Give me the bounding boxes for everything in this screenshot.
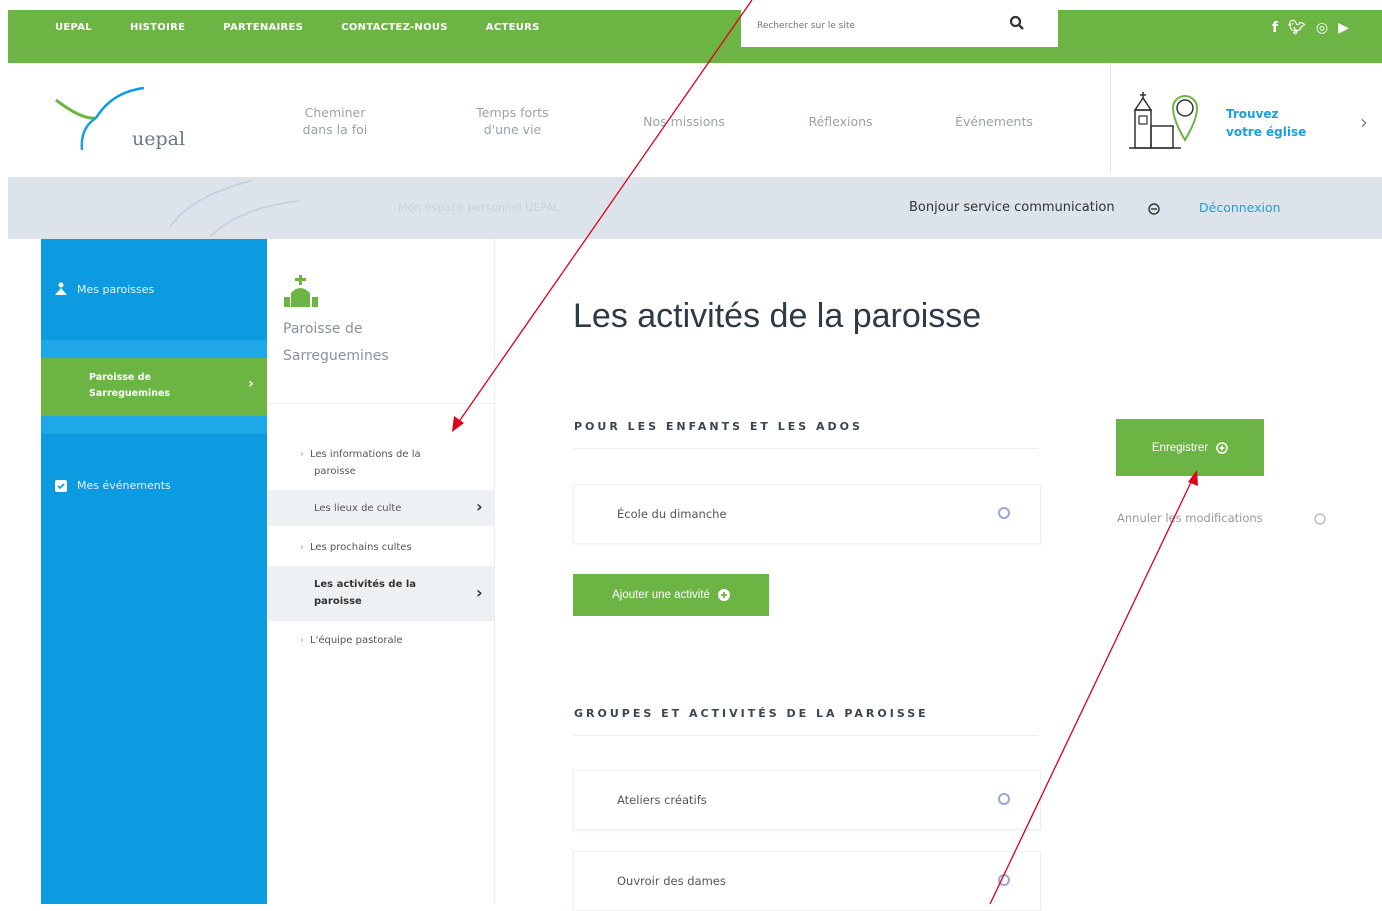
circle-icon[interactable] — [998, 793, 1010, 805]
add-activity-label: Ajouter une activité — [612, 589, 710, 601]
cancel-link[interactable]: Annuler les modifications — [1117, 511, 1263, 525]
subnav-label: paroisse — [314, 466, 356, 477]
nav-evenements[interactable]: Événements — [935, 113, 1053, 130]
activity-label: Ateliers créatifs — [617, 793, 707, 807]
parish-title-line: Paroisse de — [283, 321, 363, 337]
user-icon[interactable] — [1148, 203, 1160, 215]
top-bar — [8, 10, 1382, 63]
chevron-right-icon[interactable]: › — [476, 497, 483, 516]
add-activity-button[interactable]: Ajouter une activité — [573, 574, 769, 616]
subnav-label: Les activités de la paroisse — [314, 576, 416, 610]
cancel-circle-icon[interactable] — [1314, 513, 1326, 525]
nav-reflexions[interactable]: Réflexions — [788, 113, 893, 130]
chevron-right-icon[interactable]: › — [248, 376, 254, 392]
subnav-item-informations[interactable]: › Les informations de la paroisse — [300, 446, 421, 480]
parish-title-line: Sarreguemines — [283, 348, 389, 364]
header-divider — [1110, 63, 1111, 173]
nav-label: dans la foi — [302, 122, 368, 137]
youtube-icon[interactable]: ▶ — [1338, 20, 1349, 36]
activity-label: Ouvroir des dames — [617, 874, 726, 888]
top-nav-acteurs[interactable]: ACTEURS — [486, 22, 540, 33]
subnav-label: L'équipe pastorale — [310, 635, 403, 646]
logo-text[interactable]: uepal — [132, 128, 185, 150]
personal-space-label: Mon espace personnel UEPAL — [398, 201, 560, 214]
subnav-item-equipe[interactable]: › L'équipe pastorale — [300, 632, 403, 649]
find-church-link[interactable]: Trouvez votre église — [1226, 105, 1306, 141]
nav-label: d'une vie — [483, 122, 542, 137]
sidebar — [41, 239, 267, 904]
sidebar-band — [41, 416, 267, 434]
subnav-label-line: Les activités de la — [314, 579, 417, 590]
logo-watermark-icon — [169, 180, 301, 238]
active-paroisse-label: Paroisse de Sarreguemines — [89, 370, 170, 402]
twitter-icon[interactable]: 🐦︎ — [1288, 20, 1306, 36]
subnav-label: Les prochains cultes — [310, 542, 412, 553]
nav-label: Réflexions — [808, 114, 873, 129]
nav-label: Cheminer — [304, 105, 366, 120]
plus-circle-icon — [1216, 441, 1228, 454]
facebook-icon[interactable]: f — [1272, 20, 1278, 36]
active-paroisse-line: Sarreguemines — [89, 388, 171, 399]
parish-title: Paroisse de Sarreguemines — [283, 316, 389, 370]
subnav-item-prochains-cultes[interactable]: › Les prochains cultes — [300, 539, 412, 556]
find-church-label: votre église — [1226, 125, 1307, 139]
top-nav-uepal[interactable]: UEPAL — [55, 22, 92, 33]
top-nav-partenaires[interactable]: PARTENAIRES — [223, 22, 303, 33]
social-links: f 🐦︎ ◎ ▶ — [1272, 20, 1349, 36]
sidebar-band — [41, 340, 267, 358]
page-title: Les activités de la paroisse — [573, 297, 982, 335]
nav-temps-forts[interactable]: Temps forts d'une vie — [460, 104, 565, 138]
nav-label: Événements — [955, 114, 1033, 129]
section-title-enfants: POUR LES ENFANTS ET LES ADOS — [574, 420, 863, 433]
subnav-label: Les informations de la — [310, 449, 421, 460]
top-nav-histoire[interactable]: HISTOIRE — [130, 22, 185, 33]
activity-label: École du dimanche — [617, 507, 727, 521]
subnav-label-line: paroisse — [314, 596, 362, 607]
instagram-icon[interactable]: ◎ — [1316, 20, 1328, 36]
plus-circle-icon — [717, 589, 730, 601]
logout-link[interactable]: Déconnexion — [1199, 200, 1281, 215]
sidebar-item-paroisses[interactable]: Mes paroisses — [77, 283, 154, 296]
divider — [573, 448, 1038, 449]
parishes-icon — [55, 282, 67, 295]
section-title-groupes: GROUPES ET ACTIVITÉS DE LA PAROISSE — [574, 707, 929, 720]
find-church-label: Trouvez — [1226, 107, 1279, 121]
calendar-check-icon — [55, 480, 67, 492]
parish-church-icon — [284, 275, 318, 307]
search-icon[interactable] — [1009, 15, 1025, 31]
nav-label: Temps forts — [476, 105, 549, 120]
divider — [573, 735, 1038, 736]
save-button[interactable]: Enregistrer — [1116, 419, 1264, 476]
top-nav: UEPAL HISTOIRE PARTENAIRES CONTACTEZ-NOU… — [55, 22, 540, 33]
nav-missions[interactable]: Nos missions — [625, 113, 743, 130]
user-greeting: Bonjour service communication — [909, 200, 1115, 215]
sidebar-item-evenements[interactable]: Mes événements — [77, 479, 171, 492]
church-locator-icon[interactable] — [1125, 88, 1205, 154]
search-input[interactable] — [755, 14, 989, 38]
chevron-right-icon[interactable]: › — [476, 583, 483, 602]
chevron-right-icon[interactable]: › — [1360, 110, 1368, 134]
top-nav-contact[interactable]: CONTACTEZ-NOUS — [341, 22, 448, 33]
divider — [267, 403, 494, 404]
subnav-label: Les lieux de culte — [314, 503, 402, 514]
active-paroisse-line: Paroisse de — [89, 372, 151, 383]
save-label: Enregistrer — [1151, 441, 1209, 454]
nav-cheminer[interactable]: Cheminer dans la foi — [290, 104, 380, 138]
circle-icon[interactable] — [998, 507, 1010, 519]
circle-icon[interactable] — [998, 874, 1010, 886]
nav-label: Nos missions — [643, 114, 725, 129]
